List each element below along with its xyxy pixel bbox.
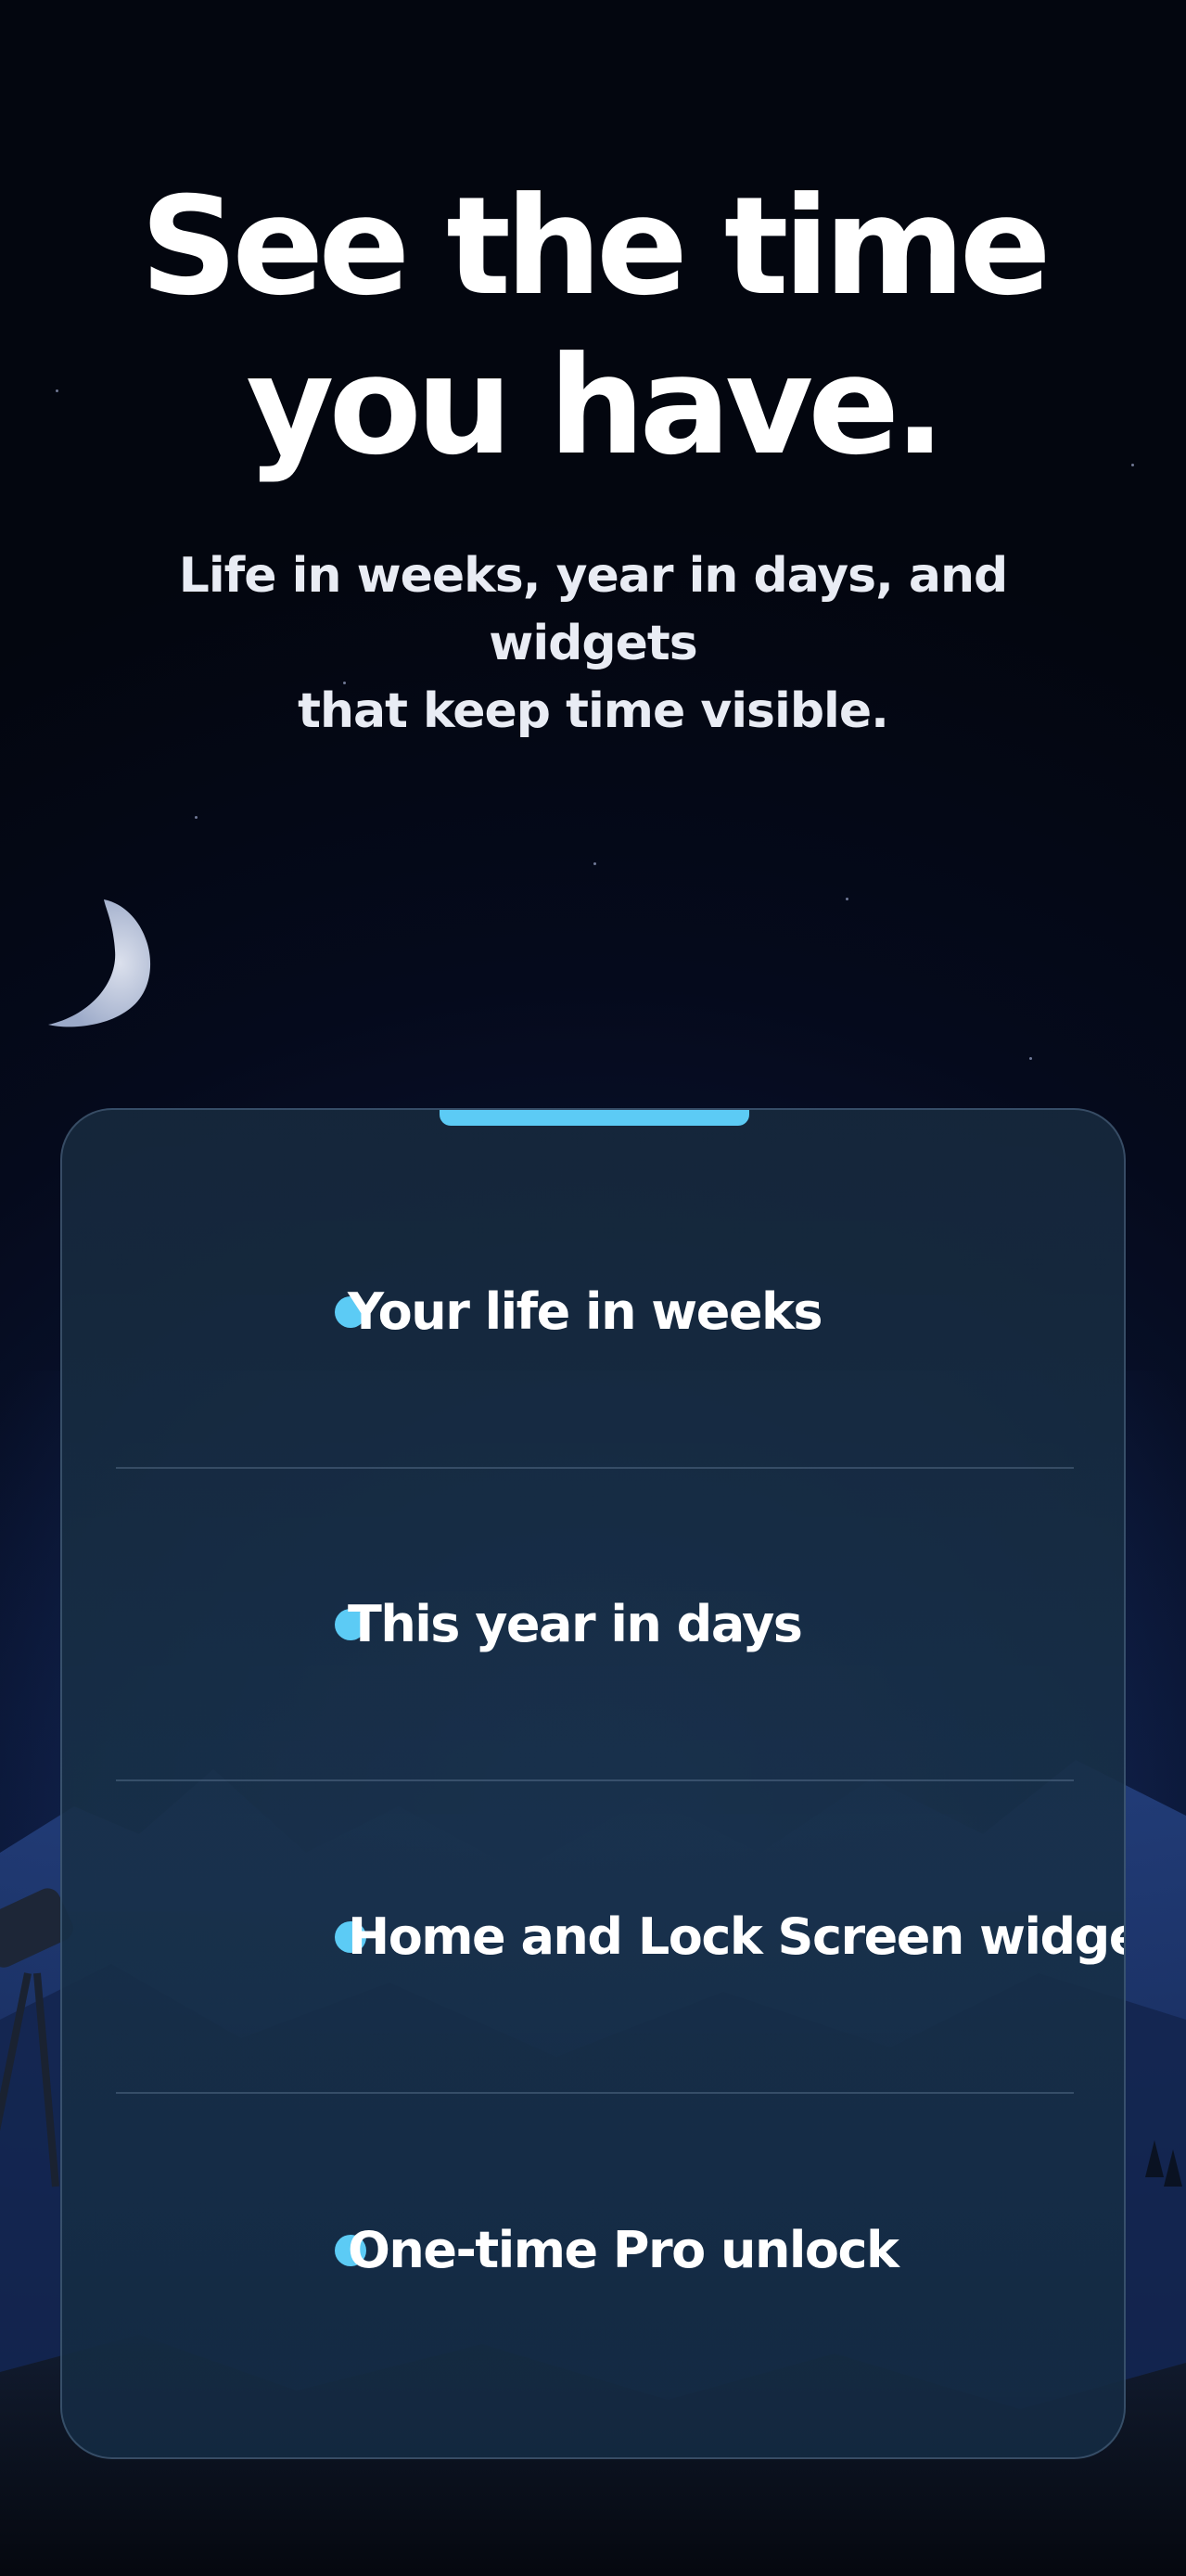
feature-item-life-in-weeks: Your life in weeks — [116, 1156, 1074, 1469]
headline-line-1: See the time — [140, 168, 1052, 325]
feature-item-widgets: Home and Lock Screen widgets — [116, 1781, 1124, 2094]
subtitle: Life in weeks, year in days, and widgets… — [93, 542, 1093, 746]
subtitle-line-1: Life in weeks, year in days, and widgets — [178, 548, 1009, 671]
feature-item-pro-unlock: One-time Pro unlock — [116, 2094, 1074, 2406]
headline-line-2: you have. — [246, 327, 945, 485]
card-accent-bar — [440, 1110, 749, 1126]
subtitle-line-2: that keep time visible. — [298, 683, 889, 739]
feature-label: This year in days — [348, 1595, 803, 1653]
feature-label: One-time Pro unlock — [348, 2221, 899, 2279]
feature-item-year-in-days: This year in days — [116, 1469, 1074, 1781]
feature-card: Your life in weeks This year in days Hom… — [60, 1108, 1126, 2459]
feature-label: Home and Lock Screen widgets — [348, 1907, 1126, 1966]
headline: See the time you have. — [0, 167, 1186, 486]
feature-label: Your life in weeks — [348, 1282, 823, 1341]
crescent-moon-icon — [48, 899, 151, 1027]
